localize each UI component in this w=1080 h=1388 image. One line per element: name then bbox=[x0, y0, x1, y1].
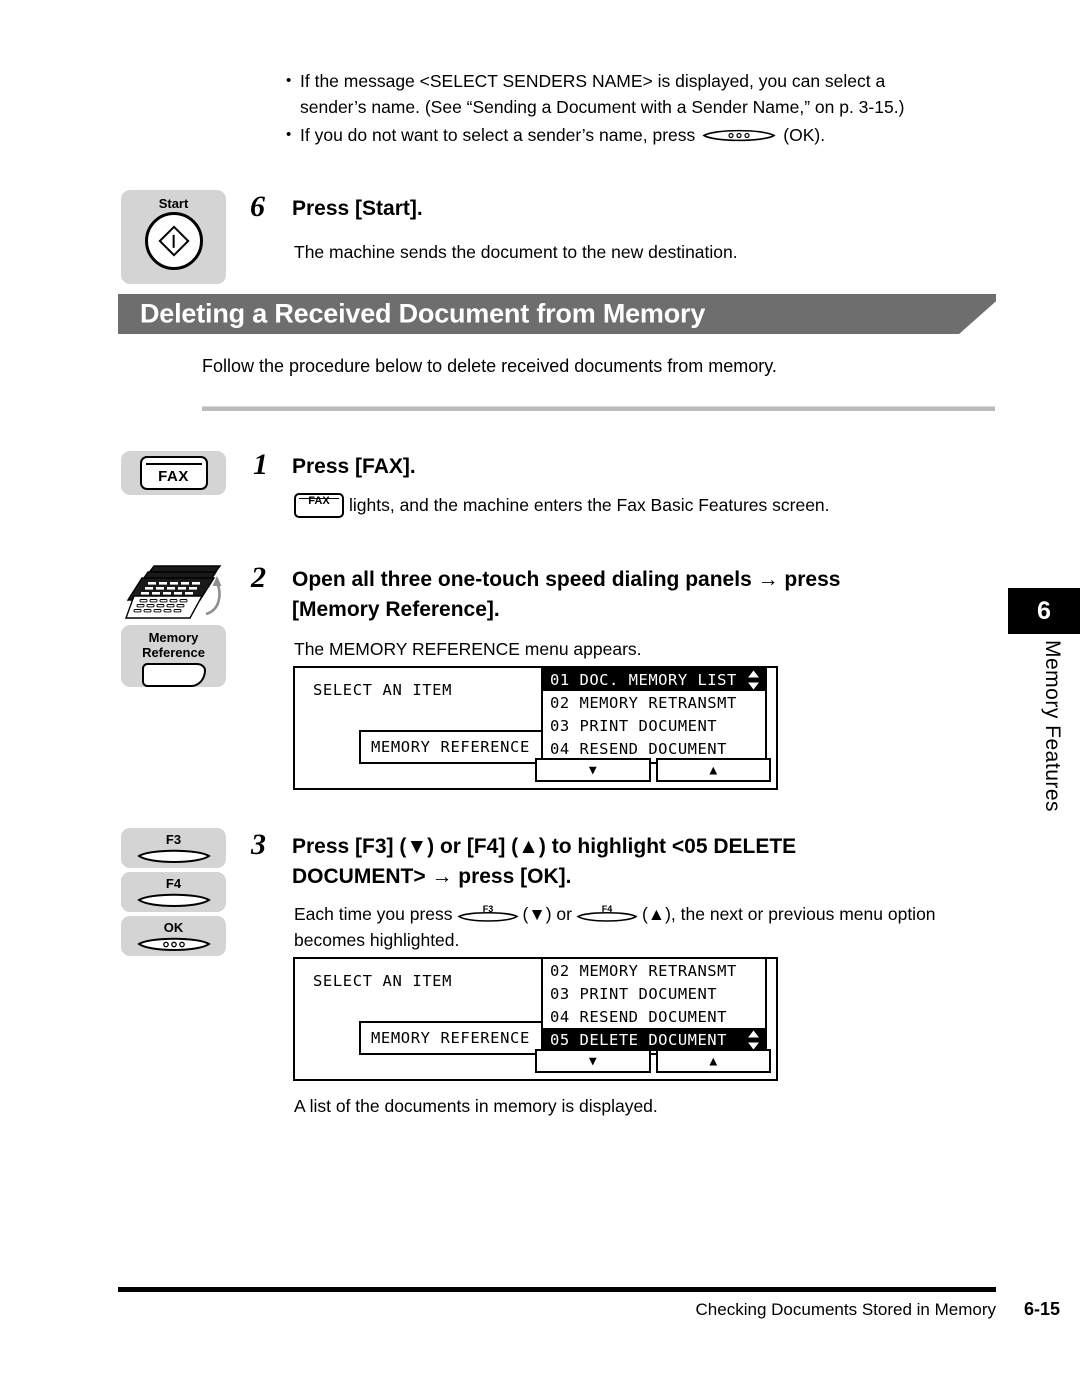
step-title-3-line2: DOCUMENT> → press [OK]. bbox=[292, 865, 572, 888]
list-item: • If the message <SELECT SENDERS NAME> i… bbox=[286, 68, 986, 120]
step-body-6: The machine sends the document to the ne… bbox=[294, 242, 738, 262]
bullet-text-line2: sender’s name. (See “Sending a Document … bbox=[300, 97, 905, 117]
lcd1-menu-item-0[interactable]: 01 DOC. MEMORY LIST bbox=[543, 668, 765, 691]
section-title: Deleting a Received Document from Memory bbox=[140, 298, 706, 329]
step-body-2: The MEMORY REFERENCE menu appears. bbox=[294, 639, 642, 659]
footer-divider bbox=[118, 1287, 996, 1292]
step-title-6: Press [Start]. bbox=[292, 197, 423, 220]
step-number-6: 6 bbox=[250, 190, 265, 223]
bullet-dot-icon: • bbox=[286, 72, 292, 89]
bullet-text-line1: If the message <SELECT SENDERS NAME> is … bbox=[300, 71, 886, 91]
lcd1-softkey-bar: ▼ ▲ bbox=[535, 758, 771, 782]
lcd2-softkey-up[interactable]: ▲ bbox=[655, 1049, 771, 1073]
lcd2-title: SELECT AN ITEM bbox=[313, 972, 453, 990]
chapter-tab-label: Memory Features bbox=[1041, 640, 1064, 813]
step-title-3-line1: Press [F3] (▼) or [F4] (▲) to highlight … bbox=[292, 835, 797, 858]
bullet-text-post: (OK). bbox=[783, 125, 826, 145]
ok-key-icon bbox=[136, 935, 211, 955]
ok-key-label: OK bbox=[163, 920, 184, 935]
lcd-screen-2: SELECT AN ITEM MEMORY REFERENCE 02 MEMOR… bbox=[293, 957, 778, 1081]
bullet-text-pre: If you do not want to select a sender’s … bbox=[300, 125, 696, 145]
one-touch-panels-icon bbox=[124, 556, 228, 626]
step-title-2-line2: [Memory Reference]. bbox=[292, 598, 500, 621]
lcd2-menu-item-2[interactable]: 04 RESEND DOCUMENT bbox=[543, 1005, 765, 1028]
lcd1-menu-item-1[interactable]: 02 MEMORY RETRANSMT bbox=[543, 691, 765, 714]
f3-key-icon bbox=[136, 847, 211, 867]
fax-key-icon: FAX bbox=[139, 456, 208, 490]
step-body-1: FAX lights, and the machine enters the F… bbox=[294, 492, 994, 518]
lcd2-softkey-bar: ▼ ▲ bbox=[535, 1049, 771, 1073]
step-body-3-line2: becomes highlighted. bbox=[294, 930, 460, 950]
lcd2-caption: A list of the documents in memory is dis… bbox=[294, 1096, 658, 1116]
lcd1-menu-item-2[interactable]: 03 PRINT DOCUMENT bbox=[543, 714, 765, 737]
step-body-3-pre: Each time you press bbox=[294, 904, 453, 924]
step-title-3: Press [F3] (▼) or [F4] (▲) to highlight … bbox=[292, 832, 992, 892]
step-number-1: 1 bbox=[253, 448, 268, 481]
fax-key-illustration: FAX bbox=[121, 451, 226, 495]
step-title-2: Open all three one-touch speed dialing p… bbox=[292, 565, 992, 625]
lcd2-softkey-down[interactable]: ▼ bbox=[535, 1049, 651, 1073]
lcd-screen-1: SELECT AN ITEM MEMORY REFERENCE 01 DOC. … bbox=[293, 666, 778, 790]
start-key-label: Start bbox=[158, 196, 189, 211]
lcd1-menu-item-3[interactable]: 04 RESEND DOCUMENT bbox=[543, 737, 765, 760]
intro-bullet-list: • If the message <SELECT SENDERS NAME> i… bbox=[286, 68, 986, 148]
section-divider bbox=[202, 406, 995, 411]
lcd2-menu: 02 MEMORY RETRANSMT 03 PRINT DOCUMENT 04… bbox=[541, 957, 767, 1055]
step-body-3-mid2: (▲), the next or previous menu option bbox=[641, 904, 936, 924]
lcd2-menu-item-0[interactable]: 02 MEMORY RETRANSMT bbox=[543, 959, 765, 982]
step-title-2-line1: Open all three one-touch speed dialing p… bbox=[292, 568, 841, 591]
f4-key-label: F4 bbox=[165, 876, 182, 891]
section-intro-text: Follow the procedure below to delete rec… bbox=[202, 356, 777, 376]
footer-section-name: Checking Documents Stored in Memory bbox=[695, 1300, 996, 1319]
lcd2-menu-item-1[interactable]: 03 PRINT DOCUMENT bbox=[543, 982, 765, 1005]
memory-reference-key-label-line2: Reference bbox=[142, 645, 205, 660]
f4-key-illustration: F4 bbox=[121, 872, 226, 912]
fax-key-inline-label: FAX bbox=[308, 494, 330, 507]
lcd1-softkey-down[interactable]: ▼ bbox=[535, 758, 651, 782]
lcd1-softkey-up[interactable]: ▲ bbox=[655, 758, 771, 782]
f4-key-icon bbox=[136, 891, 211, 911]
section-banner: Deleting a Received Document from Memory bbox=[118, 294, 996, 334]
step-body-3-mid1: (▼) or bbox=[522, 904, 572, 924]
page-number: 6-15 bbox=[1023, 1299, 1060, 1319]
step-body-1-text: lights, and the machine enters the Fax B… bbox=[349, 495, 830, 515]
step-body-3: Each time you press F3 (▼) or F4 (▲), th… bbox=[294, 901, 1004, 953]
ok-key-illustration: OK bbox=[121, 916, 226, 956]
step-number-3: 3 bbox=[251, 828, 266, 861]
bullet-dot-icon: • bbox=[286, 126, 292, 143]
memory-reference-key-label-line1: Memory bbox=[148, 630, 199, 645]
start-key-illustration: Start bbox=[121, 190, 226, 284]
lcd1-title: SELECT AN ITEM bbox=[313, 681, 453, 699]
memory-reference-key-illustration: Memory Reference bbox=[121, 625, 226, 687]
f3-key-inline-icon: F3 bbox=[457, 903, 519, 925]
step-title-1: Press [FAX]. bbox=[292, 455, 416, 478]
lcd1-menu: 01 DOC. MEMORY LIST 02 MEMORY RETRANSMT … bbox=[541, 666, 767, 764]
f3-key-illustration: F3 bbox=[121, 828, 226, 868]
scroll-arrows-icon bbox=[747, 670, 760, 689]
memory-reference-key-icon bbox=[141, 663, 206, 687]
step-number-2: 2 bbox=[251, 561, 266, 594]
f3-key-label: F3 bbox=[165, 832, 182, 847]
fax-key-inline-icon: FAX bbox=[294, 492, 344, 518]
scroll-arrows-icon bbox=[747, 1030, 760, 1049]
start-diamond-icon bbox=[144, 212, 203, 270]
ok-key-icon bbox=[701, 127, 777, 144]
fax-key-label: FAX bbox=[158, 468, 189, 485]
f4-key-inline-icon: F4 bbox=[576, 903, 638, 925]
list-item: • If you do not want to select a sender’… bbox=[286, 122, 986, 148]
chapter-tab-number: 6 bbox=[1008, 588, 1080, 634]
lcd2-menu-item-3[interactable]: 05 DELETE DOCUMENT bbox=[543, 1028, 765, 1051]
